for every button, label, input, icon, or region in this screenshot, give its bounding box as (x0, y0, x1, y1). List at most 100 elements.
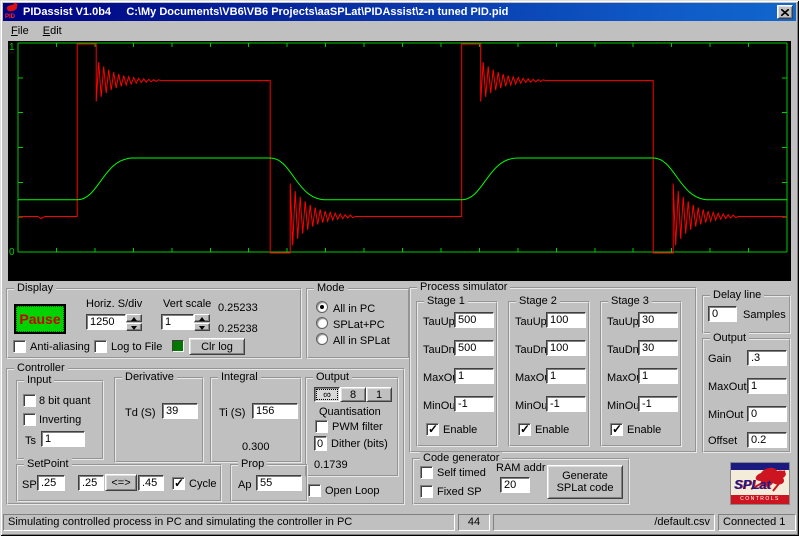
stage2-tauup-input[interactable]: 100 (546, 312, 586, 328)
stage3-minout-input[interactable]: -1 (638, 396, 678, 412)
radio-splat-pc[interactable] (316, 317, 328, 329)
app-icon: PID (5, 5, 20, 20)
stage1-label: Stage 1 (424, 295, 468, 307)
samples-label: Samples (743, 309, 786, 321)
generate-splat-code-button[interactable]: Generate SPLat code (547, 465, 623, 499)
pause-button[interactable]: Pause (14, 304, 66, 334)
stage1-tauup-input[interactable]: 500 (454, 312, 494, 328)
radio-all-in-pc[interactable] (316, 301, 328, 313)
stage3-maxout-input[interactable]: 1 (638, 368, 678, 384)
stage1-maxout-input[interactable]: 1 (454, 368, 494, 384)
output-group-label: Output (710, 332, 749, 344)
radio-all-in-splat[interactable] (316, 333, 328, 345)
stage3-group: Stage 3 TauUp 30 TauDn 30 MaxOut 1 MinOu… (600, 301, 682, 447)
arrow-up-icon (131, 317, 137, 321)
menu-file[interactable]: File (5, 23, 35, 39)
integral-readout: 0.300 (242, 441, 270, 453)
inverting-label: Inverting (39, 414, 81, 426)
stage2-maxout-input[interactable]: 1 (546, 368, 586, 384)
spin-up-button[interactable] (126, 314, 142, 322)
output-inf-button[interactable]: ∞ (314, 387, 340, 402)
horiz-sdiv-input[interactable]: 1250 (86, 314, 126, 330)
8bit-quant-checkbox[interactable] (23, 394, 36, 407)
stage1-group: Stage 1 TauUp 500 TauDn 500 MaxOut 1 Min… (416, 301, 498, 447)
maxout-input[interactable]: 1 (747, 378, 787, 394)
output-1-button[interactable]: 1 (366, 387, 392, 402)
gain-input[interactable]: .3 (747, 350, 787, 366)
td-input[interactable]: 39 (162, 403, 198, 419)
spin-down-button[interactable] (194, 323, 210, 331)
controller-group: Controller Input 8 bit quant Inverting T… (6, 368, 405, 505)
sp-input[interactable]: .25 (37, 475, 65, 491)
self-timed-checkbox[interactable] (420, 466, 433, 479)
scope-plot: 10 (8, 41, 791, 281)
spin-down-button[interactable] (126, 323, 142, 331)
open-loop-label: Open Loop (325, 485, 379, 497)
log-to-file-label: Log to File (111, 341, 162, 353)
stage3-taudn-input[interactable]: 30 (638, 340, 678, 356)
self-timed-label: Self timed (437, 467, 486, 479)
taudn-label: TauDn (423, 344, 455, 356)
ram-addr-input[interactable]: 20 (500, 477, 530, 493)
tauup-label: TauUp (423, 316, 455, 328)
stage2-taudn-input[interactable]: 100 (546, 340, 586, 356)
output-8-button[interactable]: 8 (340, 387, 366, 402)
offset-input[interactable]: 0.2 (747, 432, 787, 448)
sp-to-input[interactable]: .45 (138, 475, 164, 491)
pwm-filter-checkbox[interactable] (315, 420, 328, 433)
ram-addr-label: RAM addr (496, 462, 546, 474)
dither-input[interactable]: 0 (314, 436, 327, 451)
8bit-quant-label: 8 bit quant (39, 395, 90, 407)
splat-logo: SPLat CONTROLS (730, 462, 790, 505)
derivative-group-label: Derivative (122, 371, 177, 383)
stage1-minout-input[interactable]: -1 (454, 396, 494, 412)
open-loop-checkbox[interactable] (308, 484, 321, 497)
radio-splat-pc-label: SPLat+PC (333, 319, 385, 331)
input-group-label: Input (24, 374, 54, 386)
app-window: PID PIDassist V1.0b4 C:\My Documents\VB6… (0, 0, 799, 536)
menu-edit[interactable]: Edit (37, 23, 68, 39)
delay-line-group: Delay line 0 Samples (702, 295, 791, 334)
process-simulator-label: Process simulator (417, 281, 510, 293)
prop-group-label: Prop (238, 458, 267, 470)
sp-swap-button[interactable]: <=> (105, 474, 137, 491)
process-simulator-group: Process simulator Stage 1 TauUp 500 TauD… (409, 287, 697, 453)
input-group: Input 8 bit quant Inverting Ts 1 (16, 380, 104, 460)
status-connection: Connected 1 (718, 514, 796, 531)
log-to-file-checkbox[interactable] (94, 340, 107, 353)
ti-input[interactable]: 156 (252, 403, 298, 419)
display-group-label: Display (14, 282, 56, 294)
radio-all-in-pc-label: All in PC (333, 303, 375, 315)
inverting-checkbox[interactable] (23, 413, 36, 426)
stage1-taudn-input[interactable]: 500 (454, 340, 494, 356)
anti-aliasing-checkbox[interactable] (13, 340, 26, 353)
stage1-enable-checkbox[interactable] (426, 423, 439, 436)
scope-traces: 10 (8, 41, 791, 281)
stage2-minout-input[interactable]: -1 (546, 396, 586, 412)
fixed-sp-checkbox[interactable] (420, 485, 433, 498)
mode-group-label: Mode (314, 282, 348, 294)
title-bar: PID PIDassist V1.0b4 C:\My Documents\VB6… (3, 3, 796, 21)
logo-bottom-band: CONTROLS (731, 495, 789, 504)
maxout-label: MaxOut (708, 381, 747, 393)
arrow-up-icon (199, 317, 205, 321)
vert-scale-input[interactable]: 1 (161, 314, 194, 330)
cycle-checkbox[interactable] (172, 477, 185, 490)
delay-line-label: Delay line (710, 289, 764, 301)
minout-input[interactable]: 0 (747, 406, 787, 422)
sp-from-input[interactable]: .25 (78, 475, 104, 491)
ts-input[interactable]: 1 (41, 431, 85, 447)
readout-top: 0.25233 (218, 302, 258, 314)
cycle-label: Cycle (189, 478, 217, 490)
clr-log-button[interactable]: Clr log (189, 338, 245, 355)
status-count: 44 (458, 514, 490, 531)
ap-input[interactable]: 55 (256, 475, 302, 491)
stage3-enable-checkbox[interactable] (610, 423, 623, 436)
stage3-tauup-input[interactable]: 30 (638, 312, 678, 328)
stage2-enable-checkbox[interactable] (518, 423, 531, 436)
derivative-group: Derivative Td (S) 39 (114, 377, 204, 463)
stage2-label: Stage 2 (516, 295, 560, 307)
close-button[interactable] (777, 5, 793, 19)
spin-up-button[interactable] (194, 314, 210, 322)
delay-samples-input[interactable]: 0 (708, 306, 737, 322)
